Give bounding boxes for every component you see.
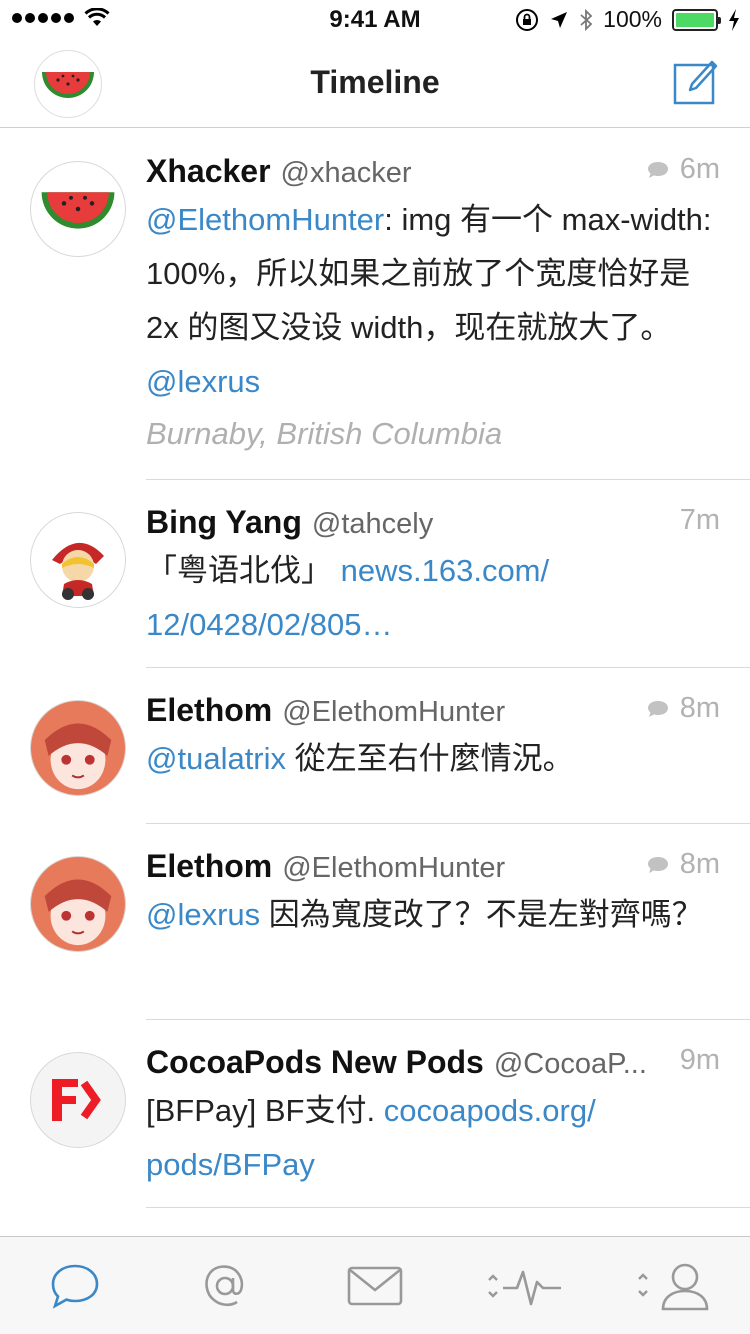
tweet-author-handle: @ElethomHunter: [282, 852, 506, 884]
bluetooth-icon: [580, 8, 593, 31]
page-title: Timeline: [310, 64, 440, 100]
anime-avatar-icon: [31, 857, 125, 951]
conversation-icon: [647, 161, 668, 178]
tweet-author-name: Xhacker: [146, 153, 271, 189]
battery-percent: 100%: [603, 6, 662, 32]
tweet-author-name: Bing Yang: [146, 504, 302, 540]
user-avatar[interactable]: [30, 512, 126, 608]
tweet-text: [BFPay] BF支付. cocoapods.org/ pods/BFPay: [146, 1093, 596, 1182]
tweet-cell[interactable]: Xhacker @xhacker 6m @ElethomHunter: img …: [30, 129, 750, 480]
tweet-author-handle: @tahcely: [311, 508, 434, 540]
conversation-icon: [647, 856, 668, 873]
user-avatar[interactable]: [30, 700, 126, 796]
tab-bar: [0, 1236, 750, 1334]
envelope-icon: [347, 1266, 403, 1305]
user-avatar[interactable]: [30, 161, 126, 257]
tweet-time: 8m: [679, 848, 720, 880]
tweet-author-name: CocoaPods New Pods: [146, 1044, 484, 1080]
tweet-cell[interactable]: Elethom @ElethomHunter 8m @lexrus 因為寬度改了…: [30, 824, 750, 1020]
tab-activity[interactable]: [450, 1237, 600, 1334]
chat-bubble-icon: [51, 1264, 99, 1309]
charging-bolt-icon: [729, 8, 739, 31]
tweet-mention-link[interactable]: @lexrus: [146, 364, 260, 399]
tweet-mention-link[interactable]: @lexrus: [146, 897, 260, 932]
battery-icon: [672, 8, 721, 31]
tweet-mention-link[interactable]: @ElethomHunter: [146, 202, 384, 237]
tweet-time: 8m: [679, 692, 720, 724]
cocoapods-logo-icon: [52, 1079, 101, 1121]
tweet-author-handle: @CocoaP...: [493, 1048, 647, 1080]
conversation-icon: [647, 700, 668, 717]
compose-icon[interactable]: [672, 58, 720, 106]
orientation-lock-icon: [516, 8, 539, 31]
anime-avatar-icon: [31, 701, 125, 795]
tweet-time: 7m: [679, 504, 720, 536]
tweet-author-handle: @xhacker: [280, 157, 412, 189]
tweet-cell[interactable]: Elethom @ElethomHunter 8m @tualatrix 從左至…: [30, 668, 750, 824]
tweet-location[interactable]: Burnaby, British Columbia: [146, 409, 720, 459]
timeline-list: Xhacker @xhacker 6m @ElethomHunter: img …: [0, 129, 750, 1208]
cartoon-avatar-icon: [52, 542, 104, 600]
tweet-text: @ElethomHunter: img 有一个 max-width: 100%，…: [146, 202, 712, 399]
tweet-time: 6m: [679, 153, 720, 185]
status-bar: 9:41 AM 100%: [0, 0, 750, 40]
location-arrow-icon: [551, 11, 568, 28]
activity-pulse-icon: [488, 1270, 561, 1305]
tweet-text: @tualatrix 從左至右什麼情況。: [146, 741, 574, 776]
tweet-cell[interactable]: Bing Yang @tahcely 7m 「粤语北伐」 news.163.co…: [30, 480, 750, 668]
user-avatar[interactable]: [30, 1052, 126, 1148]
person-icon: [638, 1263, 709, 1310]
navigation-bar: Timeline: [0, 40, 750, 128]
tweet-mention-link[interactable]: @tualatrix: [146, 741, 286, 776]
tab-messages[interactable]: [300, 1237, 450, 1334]
tweet-author-name: Elethom: [146, 692, 273, 728]
tweet-author-name: Elethom: [146, 848, 273, 884]
at-sign-icon: [205, 1264, 244, 1306]
status-right: 100%: [515, 6, 740, 33]
tab-mentions[interactable]: [150, 1237, 300, 1334]
tweet-text: @lexrus 因為寬度改了？不是左對齊嗎？: [146, 897, 703, 932]
watermelon-avatar-icon: [41, 192, 115, 229]
tab-timeline[interactable]: [0, 1237, 150, 1334]
tab-profile[interactable]: [600, 1237, 750, 1334]
tweet-author-handle: @ElethomHunter: [282, 696, 506, 728]
tweet-text: 「粤语北伐」 news.163.com/ 12/0428/02/805…: [146, 553, 550, 642]
user-avatar[interactable]: [30, 856, 126, 952]
tweet-cell[interactable]: CocoaPods New Pods @CocoaP... 9m [BFPay]…: [30, 1020, 750, 1208]
tweet-time: 9m: [679, 1044, 720, 1076]
